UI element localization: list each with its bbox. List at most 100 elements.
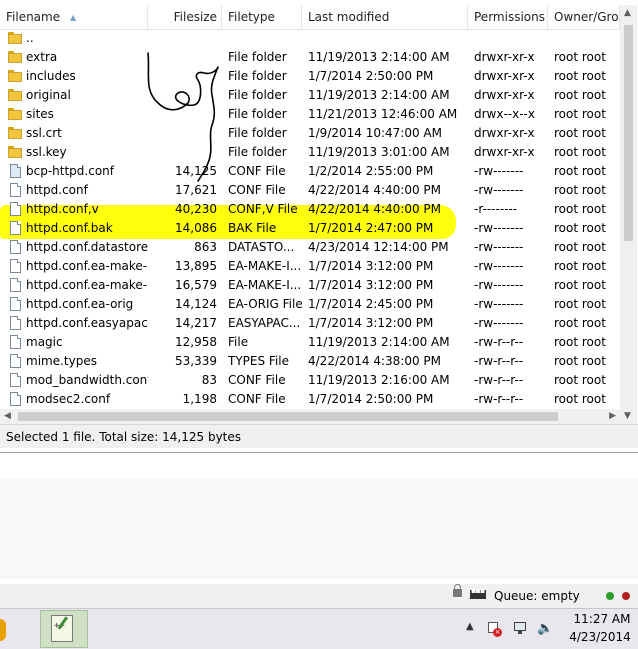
file-owner: root root: [554, 183, 606, 197]
queue-list[interactable]: [0, 479, 638, 579]
file-type: TYPES File: [228, 354, 289, 368]
column-header-owner-group[interactable]: Owner/Gro...: [548, 5, 620, 29]
file-row[interactable]: mod_bandwidth.conf 83 CONF File 11/19/2013 …: [0, 371, 620, 390]
file-permissions: -rw-r--r--: [474, 373, 524, 387]
taskbar-notepadpp-button[interactable]: ++: [40, 610, 88, 648]
folder-icon: [8, 89, 22, 101]
network-icon[interactable]: [512, 622, 528, 636]
horizontal-scrollbar[interactable]: ◀ ▶: [0, 409, 620, 424]
file-row[interactable]: httpd.conf.ea-make-... 16,579 EA-MAKE-I...…: [0, 276, 620, 295]
file-name: httpd.conf.datastore: [26, 240, 148, 254]
show-hidden-icons-chevron-icon[interactable]: ▲: [466, 621, 474, 632]
horizontal-scroll-thumb[interactable]: [18, 412, 558, 421]
file-row[interactable]: httpd.conf 17,621 CONF File 4/22/2014 4:40:…: [0, 181, 620, 200]
file-row[interactable]: magic 12,958 File 11/19/2013 2:14:00 AM -rw-…: [0, 333, 620, 352]
scroll-down-icon[interactable]: ▼: [624, 411, 631, 421]
file-owner: root root: [554, 145, 606, 159]
file-modified: 11/19/2013 3:01:00 AM: [308, 145, 450, 159]
transfer-queue-panel: [0, 452, 638, 582]
column-header-filename[interactable]: Filename ▲: [0, 5, 148, 29]
scroll-right-icon[interactable]: ▶: [609, 411, 616, 421]
file-permissions: -rw-------: [474, 259, 524, 273]
column-header-filetype-label: Filetype: [228, 10, 275, 24]
lock-icon: [453, 584, 462, 597]
vertical-scroll-thumb[interactable]: [624, 25, 633, 241]
file-row[interactable]: httpd.conf.ea-make-... 13,895 EA-MAKE-I...…: [0, 257, 620, 276]
file-type: CONF File: [228, 373, 286, 387]
file-row[interactable]: original File folder 11/19/2013 2:14:00 AM…: [0, 86, 620, 105]
file-permissions: -rw-r--r--: [474, 335, 524, 349]
file-row[interactable]: mime.types 53,339 TYPES File 4/22/2014 4:38…: [0, 352, 620, 371]
file-size: 17,621: [175, 183, 217, 197]
file-size: 53,339: [175, 354, 217, 368]
file-row[interactable]: bcp-httpd.conf 14,125 CONF File 1/2/2014 2:…: [0, 162, 620, 181]
column-header-last-modified[interactable]: Last modified: [302, 5, 468, 29]
scroll-up-icon[interactable]: ▲: [624, 8, 631, 18]
queue-header: [0, 452, 638, 480]
file-size: 863: [194, 240, 217, 254]
file-permissions: -rw-------: [474, 183, 524, 197]
vertical-scrollbar[interactable]: ▲ ▼: [620, 5, 637, 424]
file-row[interactable]: ssl.crt File folder 1/9/2014 10:47:00 AM dr…: [0, 124, 620, 143]
file-name: ssl.key: [26, 145, 67, 159]
scroll-left-icon[interactable]: ◀: [4, 411, 11, 421]
file-owner: root root: [554, 316, 606, 330]
file-size: 40,230: [175, 202, 217, 216]
file-name: ..: [26, 31, 34, 45]
file-owner: root root: [554, 202, 606, 216]
file-name: httpd.conf.ea-make-...: [26, 278, 148, 292]
clock-time[interactable]: 11:27 AM: [570, 612, 634, 626]
file-type: CONF File: [228, 183, 286, 197]
file-row[interactable]: modsec2.conf 1,198 CONF File 1/7/2014 2:50:…: [0, 390, 620, 409]
file-type: EA-ORIG File: [228, 297, 302, 311]
file-rows: .. extra File folder 11/19/2013 2:14:00 AM d…: [0, 29, 620, 409]
file-type: File: [228, 335, 249, 349]
file-owner: root root: [554, 107, 606, 121]
file-row[interactable]: httpd.conf.easyapac... 14,217 EASYAPAC... 1…: [0, 314, 620, 333]
volume-icon[interactable]: 🔈: [537, 621, 553, 637]
file-owner: [554, 29, 616, 48]
file-size: 1,198: [182, 392, 217, 406]
file-type: [228, 29, 302, 48]
file-type: EASYAPAC...: [228, 316, 301, 330]
file-permissions: drwxr-xr-x: [474, 145, 535, 159]
file-type: EA-MAKE-I...: [228, 278, 302, 292]
clock-date[interactable]: 4/23/2014: [566, 630, 634, 644]
folder-icon: [8, 70, 22, 82]
file-row[interactable]: httpd.conf.ea-orig 14,124 EA-ORIG File 1/7/…: [0, 295, 620, 314]
file-permissions: -rw-------: [474, 316, 524, 330]
file-modified: 11/19/2013 2:14:00 AM: [308, 335, 450, 349]
file-modified: 4/22/2014 4:38:00 PM: [308, 354, 442, 368]
file-name: httpd.conf,v: [26, 202, 99, 216]
file-owner: root root: [554, 88, 606, 102]
file-row[interactable]: extra File folder 11/19/2013 2:14:00 AM drw…: [0, 48, 620, 67]
file-icon: [10, 202, 21, 216]
file-modified: 11/19/2013 2:14:00 AM: [308, 50, 450, 64]
notepadpp-glyph-icon: ++: [54, 621, 65, 631]
file-owner: root root: [554, 297, 606, 311]
file-row[interactable]: ..: [0, 29, 620, 48]
file-icon: [10, 297, 21, 311]
file-modified: 1/9/2014 10:47:00 AM: [308, 126, 442, 140]
file-type: File folder: [228, 50, 287, 64]
column-header-filetype[interactable]: Filetype: [222, 5, 302, 29]
speed-limit-icon[interactable]: [470, 586, 486, 599]
taskbar-app-icon-partial[interactable]: [0, 619, 6, 641]
file-row[interactable]: httpd.conf.bak 14,086 BAK File 1/7/2014 2:4…: [0, 219, 620, 238]
file-modified: 4/23/2014 12:14:00 PM: [308, 240, 449, 254]
file-row[interactable]: sites File folder 11/21/2013 12:46:00 AM dr…: [0, 105, 620, 124]
file-icon: [10, 278, 21, 292]
column-header-permissions[interactable]: Permissions: [468, 5, 548, 29]
file-row[interactable]: httpd.conf.datastore 863 DATASTO... 4/23/20…: [0, 238, 620, 257]
file-row[interactable]: ssl.key File folder 11/19/2013 3:01:00 AM d…: [0, 143, 620, 162]
file-row[interactable]: httpd.conf,v 40,230 CONF,V File 4/22/2014 4…: [0, 200, 620, 219]
file-type: File folder: [228, 126, 287, 140]
file-row[interactable]: includes File folder 1/7/2014 2:50:00 PM dr…: [0, 67, 620, 86]
application-status-bar: Queue: empty: [0, 584, 638, 608]
column-header-filesize[interactable]: Filesize: [148, 5, 222, 29]
file-icon: [10, 373, 21, 387]
file-icon: [10, 240, 21, 254]
file-modified: 4/22/2014 4:40:00 PM: [308, 202, 442, 216]
file-modified: 1/2/2014 2:55:00 PM: [308, 164, 434, 178]
action-center-flag-icon[interactable]: ×: [487, 622, 502, 637]
